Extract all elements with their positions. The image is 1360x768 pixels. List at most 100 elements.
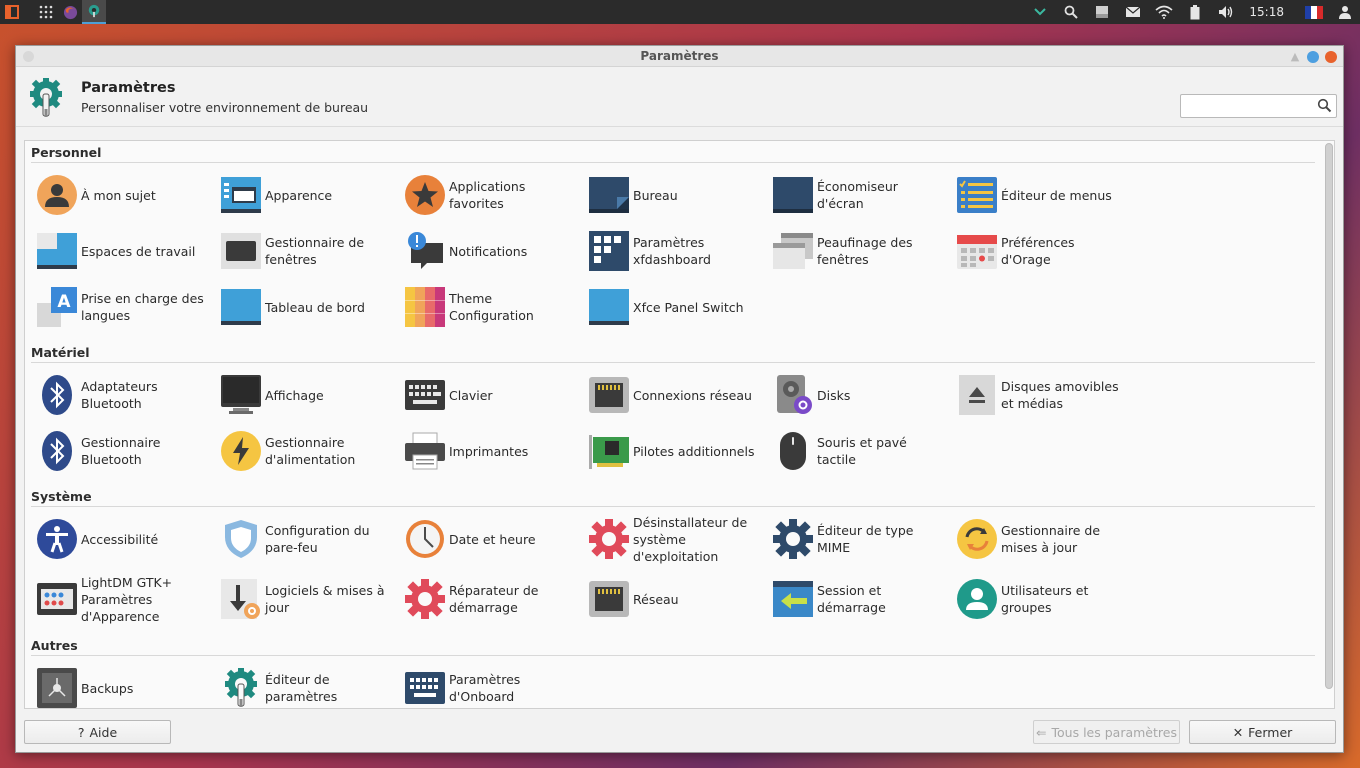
battery-icon[interactable] xyxy=(1179,0,1210,24)
clock[interactable]: 15:18 xyxy=(1241,5,1298,19)
item-orage[interactable]: Préférences d'Orage xyxy=(947,223,1131,279)
settings-taskbar-icon[interactable] xyxy=(82,0,106,24)
item-langues[interactable]: A Prise en charge des langues xyxy=(27,279,211,335)
close-window-button[interactable] xyxy=(1325,50,1337,63)
page-title: Paramètres xyxy=(81,80,176,96)
item-editeur-menus[interactable]: Éditeur de menus xyxy=(947,167,1131,223)
window-tweaks-icon xyxy=(771,229,815,273)
item-label: Désinstallateur de système d'exploitatio… xyxy=(633,514,748,564)
item-date-heure[interactable]: Date et heure xyxy=(395,511,579,567)
eject-icon xyxy=(955,373,999,417)
mail-icon[interactable] xyxy=(1117,0,1148,24)
help-button-label: Aide xyxy=(89,724,118,740)
header: Paramètres Personnaliser votre environne… xyxy=(16,67,1343,127)
section-title-systeme: Système xyxy=(31,489,92,504)
item-reseau[interactable]: Réseau xyxy=(579,571,763,627)
scrollbar[interactable] xyxy=(1325,143,1333,689)
item-session[interactable]: Session et démarrage xyxy=(763,571,947,627)
item-panel-switch[interactable]: Xfce Panel Switch xyxy=(579,279,763,335)
item-a-mon-sujet[interactable]: À mon sujet xyxy=(27,167,211,223)
item-label: Backups xyxy=(81,680,134,696)
item-connexions-reseau[interactable]: Connexions réseau xyxy=(579,367,763,423)
item-label: Session et démarrage xyxy=(817,583,886,615)
search-box[interactable] xyxy=(1180,94,1337,118)
svg-text:A: A xyxy=(57,292,71,312)
item-label: Adaptateurs Bluetooth xyxy=(81,379,158,411)
apps-grid-icon[interactable] xyxy=(34,0,58,24)
item-clavier[interactable]: Clavier xyxy=(395,367,579,423)
item-bureau[interactable]: Bureau xyxy=(579,167,763,223)
item-apparence[interactable]: Apparence xyxy=(211,167,395,223)
shade-icon[interactable]: ▲ xyxy=(1289,50,1301,63)
keyboard-layout-flag-icon[interactable] xyxy=(1298,0,1329,24)
whisker-menu-icon[interactable] xyxy=(0,0,24,24)
section-divider xyxy=(31,506,1315,507)
chevron-down-icon[interactable] xyxy=(1024,0,1055,24)
item-logiciels-maj[interactable]: Logiciels & mises à jour xyxy=(211,571,395,627)
section-title-materiel: Matériel xyxy=(31,345,90,360)
item-lightdm[interactable]: LightDM GTK+ Paramètres d'Apparence xyxy=(27,567,211,631)
item-tableau-bord[interactable]: Tableau de bord xyxy=(211,279,395,335)
item-disques-amovibles[interactable]: Disques amovibles et médias xyxy=(947,367,1131,423)
window-title: Paramètres xyxy=(640,49,719,63)
help-button[interactable]: ? Aide xyxy=(24,720,171,744)
item-pare-feu[interactable]: Configuration du pare-feu xyxy=(211,511,395,567)
item-imprimantes[interactable]: Imprimantes xyxy=(395,423,579,479)
item-affichage[interactable]: Affichage xyxy=(211,367,395,423)
item-parametres-xfdashboard[interactable]: Paramètres xfdashboard xyxy=(579,223,763,279)
item-pilotes[interactable]: Pilotes additionnels xyxy=(579,423,763,479)
firefox-icon[interactable] xyxy=(58,0,82,24)
user-icon[interactable] xyxy=(1329,0,1360,24)
item-label: Disks xyxy=(817,387,851,403)
item-gestionnaire-alimentation[interactable]: Gestionnaire d'alimentation xyxy=(211,423,395,479)
item-economiseur[interactable]: Économiseur d'écran xyxy=(763,167,947,223)
dashboard-icon xyxy=(587,229,631,273)
printer-icon xyxy=(403,429,447,473)
item-label: Paramètres d'Onboard xyxy=(449,672,521,704)
bluetooth-icon xyxy=(35,429,79,473)
item-backups[interactable]: Backups xyxy=(27,660,211,708)
bluetooth-icon xyxy=(35,373,79,417)
wifi-icon[interactable] xyxy=(1148,0,1179,24)
calendar-icon xyxy=(955,229,999,273)
item-mime[interactable]: Éditeur de type MIME xyxy=(763,511,947,567)
item-onboard[interactable]: Paramètres d'Onboard xyxy=(395,660,579,708)
workspace-icon[interactable] xyxy=(1086,0,1117,24)
volume-icon[interactable] xyxy=(1210,0,1241,24)
item-gestionnaire-fenetres[interactable]: Gestionnaire de fenêtres xyxy=(211,223,395,279)
item-label: Tableau de bord xyxy=(265,299,365,315)
section-divider xyxy=(31,362,1315,363)
maximize-button[interactable] xyxy=(1307,50,1319,63)
item-editeur-parametres[interactable]: Éditeur de paramètres xyxy=(211,660,395,708)
item-label: Éditeur de type MIME xyxy=(817,523,914,555)
search-input[interactable] xyxy=(1181,95,1311,117)
item-souris[interactable]: Souris et pavé tactile xyxy=(763,423,947,479)
item-notifications[interactable]: Notifications xyxy=(395,223,579,279)
item-adaptateurs-bluetooth[interactable]: Adaptateurs Bluetooth xyxy=(27,367,211,423)
item-label: Accessibilité xyxy=(81,531,159,547)
item-disks[interactable]: Disks xyxy=(763,367,947,423)
titlebar[interactable]: Paramètres ▲ xyxy=(16,46,1343,67)
section-title-personnel: Personnel xyxy=(31,145,102,160)
item-applications-favorites[interactable]: Applications favorites xyxy=(395,167,579,223)
item-theme-config[interactable]: Theme Configuration xyxy=(395,279,579,335)
item-peaufinage[interactable]: Peaufinage des fenêtres xyxy=(763,223,947,279)
item-espaces-travail[interactable]: Espaces de travail xyxy=(27,223,211,279)
item-utilisateurs[interactable]: Utilisateurs et groupes xyxy=(947,571,1131,627)
language-icon: A xyxy=(35,285,79,329)
item-desinstallateur[interactable]: Désinstallateur de système d'exploitatio… xyxy=(579,511,763,567)
item-gestionnaire-bluetooth[interactable]: Gestionnaire Bluetooth xyxy=(27,423,211,479)
all-settings-button[interactable]: ⇐ Tous les paramètres xyxy=(1033,720,1180,744)
item-label: Configuration du pare-feu xyxy=(265,523,370,555)
software-update-icon xyxy=(219,577,263,621)
item-reparateur[interactable]: Réparateur de démarrage xyxy=(395,571,579,627)
backup-safe-icon xyxy=(35,666,79,708)
window-menu-icon[interactable] xyxy=(23,51,34,62)
close-button[interactable]: ✕ Fermer xyxy=(1189,720,1336,744)
search-icon[interactable] xyxy=(1317,98,1332,116)
desktop-icon xyxy=(587,173,631,217)
search-icon[interactable] xyxy=(1055,0,1086,24)
item-gestionnaire-maj[interactable]: Gestionnaire de mises à jour xyxy=(947,511,1131,567)
item-label: Réparateur de démarrage xyxy=(449,583,539,615)
item-accessibilite[interactable]: Accessibilité xyxy=(27,511,211,567)
